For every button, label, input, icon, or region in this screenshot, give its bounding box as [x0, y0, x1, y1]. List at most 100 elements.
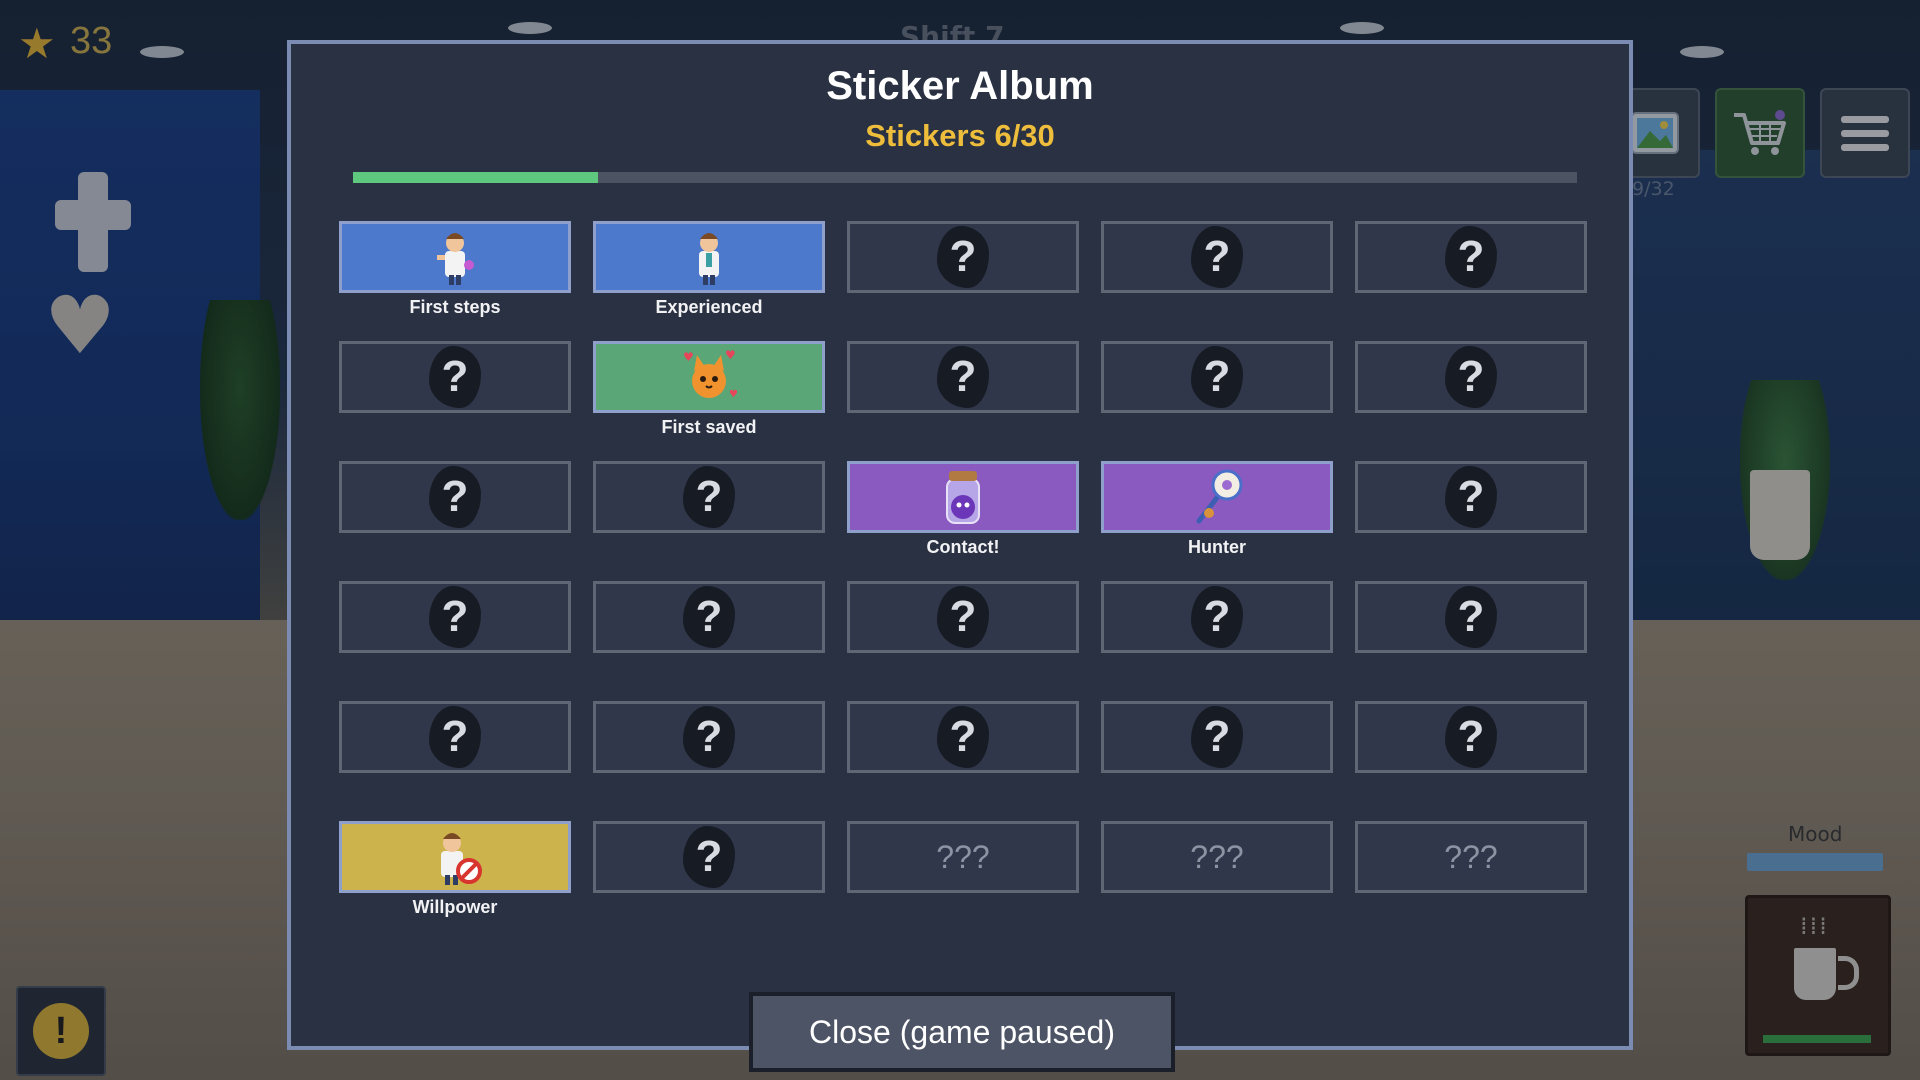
hidden-sticker-text: ???: [1190, 838, 1244, 875]
locked-sticker-silhouette-icon: ?: [683, 706, 735, 768]
svg-text:♥: ♥: [729, 389, 738, 400]
sticker-slot-locked[interactable]: ?: [593, 461, 825, 533]
locked-sticker-silhouette-icon: ?: [1445, 586, 1497, 648]
sticker-slot-locked[interactable]: ?: [1101, 581, 1333, 653]
locked-sticker-silhouette-icon: ?: [1191, 586, 1243, 648]
doctor-thumbs-up-sticker-icon: [437, 233, 474, 285]
locked-sticker-silhouette-icon: ?: [429, 706, 481, 768]
sticker-slot-hidden[interactable]: ???: [847, 821, 1079, 893]
sticker-slot-locked[interactable]: ?: [1355, 221, 1587, 293]
sticker-slot-unlocked[interactable]: ♥ ♥ ♥: [593, 341, 825, 413]
sticker-cell: ???: [1101, 821, 1333, 893]
sticker-slot-unlocked[interactable]: [1101, 461, 1333, 533]
sticker-cell: Experienced: [593, 221, 825, 317]
sticker-cell: ?: [593, 581, 825, 653]
sticker-slot-unlocked[interactable]: [339, 221, 571, 293]
sticker-cell: ?: [593, 701, 825, 773]
sticker-cell: ?: [847, 221, 1079, 293]
sticker-label: First steps: [409, 297, 501, 317]
locked-sticker-silhouette-icon: ?: [429, 346, 481, 408]
sticker-cell: ?: [1355, 581, 1587, 653]
sticker-slot-locked[interactable]: ?: [593, 581, 825, 653]
sticker-cell: ?: [1355, 461, 1587, 533]
locked-sticker-silhouette-icon: ?: [683, 586, 735, 648]
close-button[interactable]: Close (game paused): [749, 992, 1175, 1072]
sticker-slot-locked[interactable]: ?: [847, 341, 1079, 413]
sticker-cell: ???: [1355, 821, 1587, 893]
sticker-progress-bar: [353, 172, 1577, 183]
sticker-slot-locked[interactable]: ?: [339, 341, 571, 413]
svg-text:♥: ♥: [683, 350, 694, 364]
sticker-progress-fill: [353, 172, 598, 183]
sticker-label: Contact!: [926, 537, 1000, 557]
locked-sticker-silhouette-icon: ?: [1191, 706, 1243, 768]
sticker-album-modal: Sticker Album Stickers 6/30 First steps E…: [287, 40, 1633, 1072]
sticker-cell: ?: [339, 341, 571, 413]
sticker-slot-unlocked[interactable]: [593, 221, 825, 293]
sticker-slot-hidden[interactable]: ???: [1355, 821, 1587, 893]
sticker-slot-locked[interactable]: ?: [847, 581, 1079, 653]
sticker-slot-locked[interactable]: ?: [1101, 341, 1333, 413]
sticker-cell: Contact!: [847, 461, 1079, 557]
sticker-slot-locked[interactable]: ?: [339, 581, 571, 653]
sticker-grid: First steps Experienced???? ♥ ♥ ♥ First saved…: [339, 221, 1591, 917]
locked-sticker-silhouette-icon: ?: [683, 466, 735, 528]
sticker-slot-locked[interactable]: ?: [1355, 341, 1587, 413]
purple-slime-jar-sticker-icon: [946, 471, 980, 524]
sticker-slot-locked[interactable]: ?: [847, 701, 1079, 773]
locked-sticker-silhouette-icon: ?: [1191, 226, 1243, 288]
sticker-cell: Hunter: [1101, 461, 1333, 557]
sticker-slot-locked[interactable]: ?: [339, 461, 571, 533]
locked-sticker-silhouette-icon: ?: [1445, 346, 1497, 408]
sticker-label: Experienced: [655, 297, 763, 317]
sticker-slot-locked[interactable]: ?: [593, 821, 825, 893]
orange-cat-hearts-sticker-icon: ♥ ♥ ♥: [683, 348, 738, 400]
sticker-slot-locked[interactable]: ?: [339, 701, 571, 773]
sticker-cell: ?: [1101, 221, 1333, 293]
sticker-label: Hunter: [1188, 537, 1246, 557]
hidden-sticker-text: ???: [936, 838, 990, 875]
sticker-cell: Willpower: [339, 821, 571, 917]
sticker-slot-locked[interactable]: ?: [1355, 581, 1587, 653]
sticker-slot-locked[interactable]: ?: [593, 701, 825, 773]
sticker-slot-locked[interactable]: ?: [1101, 701, 1333, 773]
sticker-cell: ?: [339, 581, 571, 653]
locked-sticker-silhouette-icon: ?: [1445, 466, 1497, 528]
hidden-sticker-text: ???: [1444, 838, 1498, 875]
sticker-cell: ?: [847, 581, 1079, 653]
sticker-cell: ?: [1101, 581, 1333, 653]
locked-sticker-silhouette-icon: ?: [937, 226, 989, 288]
sticker-slot-unlocked[interactable]: [339, 821, 571, 893]
sticker-slot-unlocked[interactable]: [847, 461, 1079, 533]
sticker-cell: ?: [1355, 221, 1587, 293]
sticker-label: First saved: [661, 417, 757, 437]
sticker-slot-locked[interactable]: ?: [1355, 701, 1587, 773]
sticker-cell: ???: [847, 821, 1079, 893]
sticker-cell: ?: [847, 341, 1079, 413]
sticker-cell: ♥ ♥ ♥ First saved: [593, 341, 825, 437]
doctor-no-smoking-sticker-icon: [441, 833, 482, 885]
locked-sticker-silhouette-icon: ?: [937, 346, 989, 408]
sticker-slot-hidden[interactable]: ???: [1101, 821, 1333, 893]
locked-sticker-silhouette-icon: ?: [1445, 706, 1497, 768]
sticker-cell: ?: [339, 701, 571, 773]
locked-sticker-silhouette-icon: ?: [683, 826, 735, 888]
sticker-cell: ?: [593, 461, 825, 533]
sticker-cell: ?: [847, 701, 1079, 773]
locked-sticker-silhouette-icon: ?: [429, 586, 481, 648]
sticker-slot-locked[interactable]: ?: [1101, 221, 1333, 293]
sticker-label: Willpower: [412, 897, 498, 917]
sticker-slot-locked[interactable]: ?: [847, 221, 1079, 293]
sticker-count: Stickers 6/30: [865, 118, 1055, 153]
sticker-cell: ?: [1101, 341, 1333, 413]
sticker-cell: ?: [339, 461, 571, 533]
sticker-cell: First steps: [339, 221, 571, 317]
sticker-slot-locked[interactable]: ?: [1355, 461, 1587, 533]
locked-sticker-silhouette-icon: ?: [1191, 346, 1243, 408]
locked-sticker-silhouette-icon: ?: [429, 466, 481, 528]
locked-sticker-silhouette-icon: ?: [937, 586, 989, 648]
sticker-cell: ?: [1355, 341, 1587, 413]
doctor-standing-sticker-icon: [699, 233, 719, 285]
sticker-cell: ?: [1355, 701, 1587, 773]
modal-title: Sticker Album: [826, 64, 1094, 108]
